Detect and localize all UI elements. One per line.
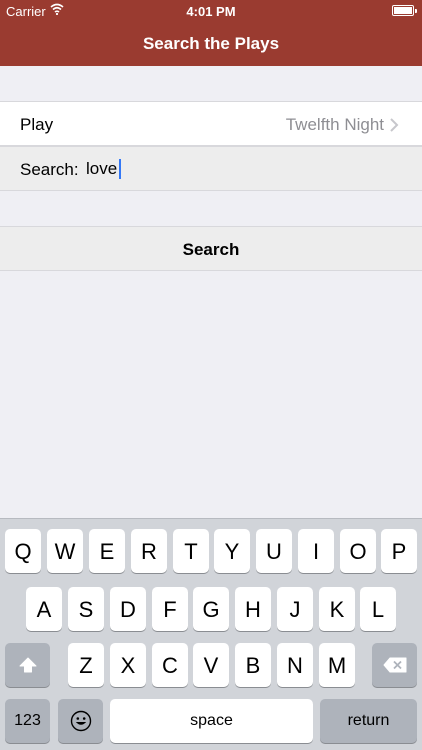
play-value: Twelfth Night bbox=[285, 115, 384, 134]
delete-key[interactable] bbox=[372, 643, 417, 687]
search-label: Search: bbox=[20, 160, 79, 179]
search-row: Search: bbox=[0, 146, 422, 191]
key-z[interactable]: Z bbox=[68, 643, 104, 687]
key-h[interactable]: H bbox=[235, 587, 271, 631]
key-d[interactable]: D bbox=[110, 587, 146, 631]
key-l[interactable]: L bbox=[360, 587, 396, 631]
space-key[interactable]: space bbox=[110, 699, 313, 743]
key-s[interactable]: S bbox=[68, 587, 104, 631]
backspace-icon bbox=[383, 657, 406, 673]
key-label: D bbox=[120, 597, 136, 622]
play-label: Play bbox=[20, 115, 54, 134]
key-v[interactable]: V bbox=[193, 643, 229, 687]
key-t[interactable]: T bbox=[173, 529, 209, 573]
key-label: Q bbox=[14, 539, 32, 564]
key-label: P bbox=[391, 539, 407, 564]
key-r[interactable]: R bbox=[131, 529, 167, 573]
page-title: Search the Plays bbox=[142, 34, 280, 53]
key-w[interactable]: W bbox=[47, 529, 83, 573]
shift-key[interactable] bbox=[5, 643, 50, 687]
key-label: L bbox=[371, 597, 385, 622]
key-label: M bbox=[327, 653, 347, 678]
key-b[interactable]: B bbox=[235, 643, 271, 687]
return-key[interactable]: return bbox=[320, 699, 417, 743]
key-label: X bbox=[120, 653, 136, 678]
key-label: E bbox=[99, 539, 115, 564]
key-q[interactable]: Q bbox=[5, 529, 41, 573]
keyboard: Q W E R T Y U I O P A S D F G H J K L Z … bbox=[0, 518, 422, 750]
key-label: H bbox=[245, 597, 261, 622]
key-p[interactable]: P bbox=[381, 529, 417, 573]
key-label: C bbox=[162, 653, 178, 678]
key-label: space bbox=[190, 712, 233, 729]
key-c[interactable]: C bbox=[152, 643, 188, 687]
search-button[interactable]: Search bbox=[0, 227, 422, 270]
chevron-right-icon bbox=[390, 118, 399, 132]
key-label: I bbox=[312, 539, 320, 564]
key-k[interactable]: K bbox=[319, 587, 355, 631]
key-m[interactable]: M bbox=[319, 643, 355, 687]
key-label: 123 bbox=[14, 712, 41, 729]
key-label: J bbox=[289, 597, 301, 622]
key-label: W bbox=[54, 539, 76, 564]
key-f[interactable]: F bbox=[152, 587, 188, 631]
key-o[interactable]: O bbox=[340, 529, 376, 573]
key-label: S bbox=[78, 597, 94, 622]
navigation-bar: Search the Plays bbox=[0, 22, 422, 66]
text-caret bbox=[119, 159, 121, 179]
key-label: B bbox=[245, 653, 261, 678]
key-label: O bbox=[349, 539, 367, 564]
play-picker-row[interactable]: Play Twelfth Night bbox=[0, 101, 422, 146]
key-e[interactable]: E bbox=[89, 529, 125, 573]
key-y[interactable]: Y bbox=[214, 529, 250, 573]
key-x[interactable]: X bbox=[110, 643, 146, 687]
status-time: 4:01 PM bbox=[186, 4, 236, 19]
key-g[interactable]: G bbox=[193, 587, 229, 631]
key-j[interactable]: J bbox=[277, 587, 313, 631]
key-label: A bbox=[36, 597, 52, 622]
emoji-icon bbox=[70, 710, 91, 732]
shift-icon bbox=[19, 657, 36, 673]
key-label: V bbox=[203, 653, 219, 678]
key-i[interactable]: I bbox=[298, 529, 334, 573]
key-label: G bbox=[202, 597, 220, 622]
key-label: Y bbox=[224, 539, 240, 564]
emoji-key[interactable] bbox=[58, 699, 103, 743]
key-label: R bbox=[141, 539, 157, 564]
battery-icon bbox=[392, 5, 417, 16]
status-bar: Carrier 4:01 PM bbox=[0, 0, 422, 22]
key-n[interactable]: N bbox=[277, 643, 313, 687]
key-a[interactable]: A bbox=[26, 587, 62, 631]
key-label: F bbox=[163, 597, 177, 622]
key-label: U bbox=[266, 539, 282, 564]
key-label: Z bbox=[79, 653, 93, 678]
key-label: K bbox=[329, 597, 345, 622]
key-label: T bbox=[184, 539, 198, 564]
numbers-key[interactable]: 123 bbox=[5, 699, 50, 743]
key-label: return bbox=[347, 712, 390, 729]
key-u[interactable]: U bbox=[256, 529, 292, 573]
key-label: N bbox=[287, 653, 303, 678]
search-button-row: Search bbox=[0, 226, 422, 271]
search-input[interactable] bbox=[86, 156, 386, 182]
